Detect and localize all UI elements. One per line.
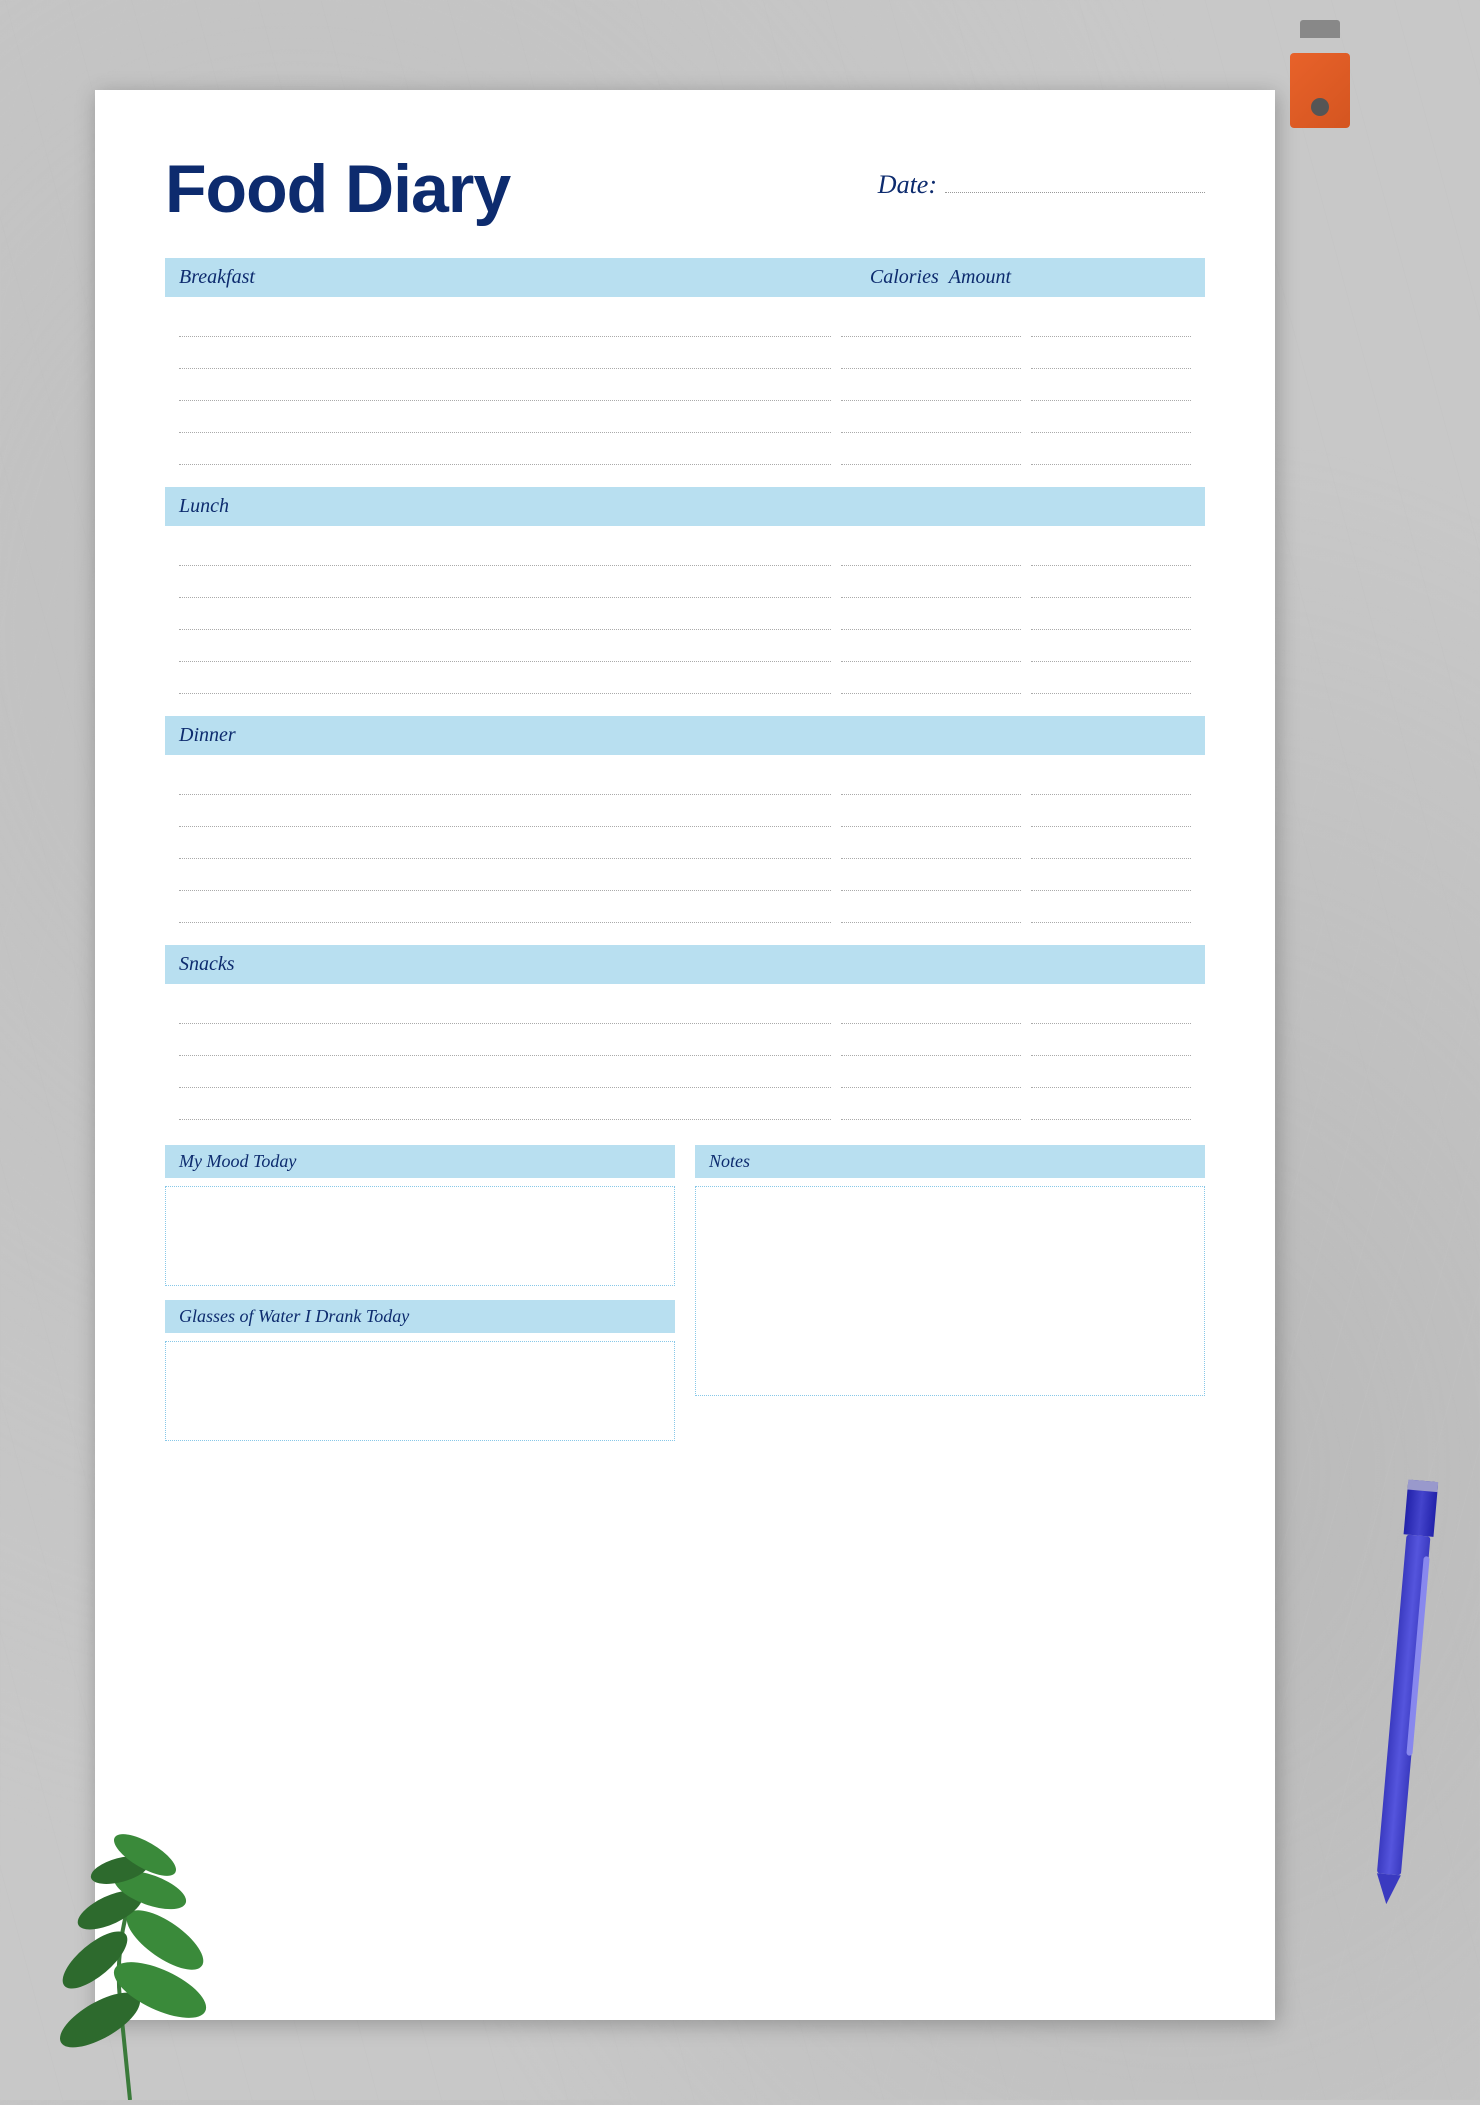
table-row[interactable] [179,401,1191,433]
table-row[interactable] [179,566,1191,598]
sharpener-decoration [1290,20,1350,110]
snacks-rows [165,992,1205,1120]
table-row[interactable] [179,763,1191,795]
date-area: Date: [878,150,1205,200]
table-row[interactable] [179,630,1191,662]
paper-document: Food Diary Date: Breakfast Amount Calori… [95,90,1275,2020]
dinner-label: Dinner [179,724,236,746]
calories-header-breakfast: Calories [870,266,949,289]
table-row[interactable] [179,992,1191,1024]
bottom-left-area: My Mood Today Glasses of Water I Drank T… [165,1145,675,1441]
breakfast-rows [165,305,1205,465]
date-label: Date: [878,170,937,200]
snacks-header: Snacks [165,945,1205,984]
breakfast-section: Breakfast Amount Calories [165,258,1205,465]
table-row[interactable] [179,662,1191,694]
mood-label: My Mood Today [165,1145,675,1178]
mood-section: My Mood Today [165,1145,675,1286]
table-row[interactable] [179,598,1191,630]
water-label: Glasses of Water I Drank Today [165,1300,675,1333]
lunch-label: Lunch [179,495,229,517]
breakfast-header: Breakfast Amount Calories [165,258,1205,297]
table-row[interactable] [179,891,1191,923]
table-row[interactable] [179,1056,1191,1088]
lunch-section: Lunch [165,487,1205,694]
table-row[interactable] [179,827,1191,859]
breakfast-label: Breakfast [179,266,255,288]
table-row[interactable] [179,1088,1191,1120]
snacks-section: Snacks [165,945,1205,1120]
dinner-section: Dinner [165,716,1205,923]
amount-header-breakfast: Amount [949,266,1191,289]
table-row[interactable] [179,305,1191,337]
dinner-rows [165,763,1205,923]
table-row[interactable] [179,859,1191,891]
table-row[interactable] [179,1024,1191,1056]
pen-decoration [1372,1479,1438,1900]
bottom-grid: My Mood Today Glasses of Water I Drank T… [165,1145,1205,1441]
notes-section: Notes [695,1145,1205,1441]
page-title: Food Diary [165,150,510,228]
plant-decoration [30,1800,230,2100]
dinner-header: Dinner [165,716,1205,755]
notes-label: Notes [695,1145,1205,1178]
table-row[interactable] [179,433,1191,465]
water-input-area[interactable] [165,1341,675,1441]
table-row[interactable] [179,369,1191,401]
lunch-rows [165,534,1205,694]
snacks-label: Snacks [179,953,235,975]
water-section: Glasses of Water I Drank Today [165,1300,675,1441]
table-row[interactable] [179,337,1191,369]
table-row[interactable] [179,795,1191,827]
header-area: Food Diary Date: [165,150,1205,228]
mood-input-area[interactable] [165,1186,675,1286]
date-line[interactable] [945,177,1205,193]
notes-input-area[interactable] [695,1186,1205,1396]
lunch-header: Lunch [165,487,1205,526]
table-row[interactable] [179,534,1191,566]
